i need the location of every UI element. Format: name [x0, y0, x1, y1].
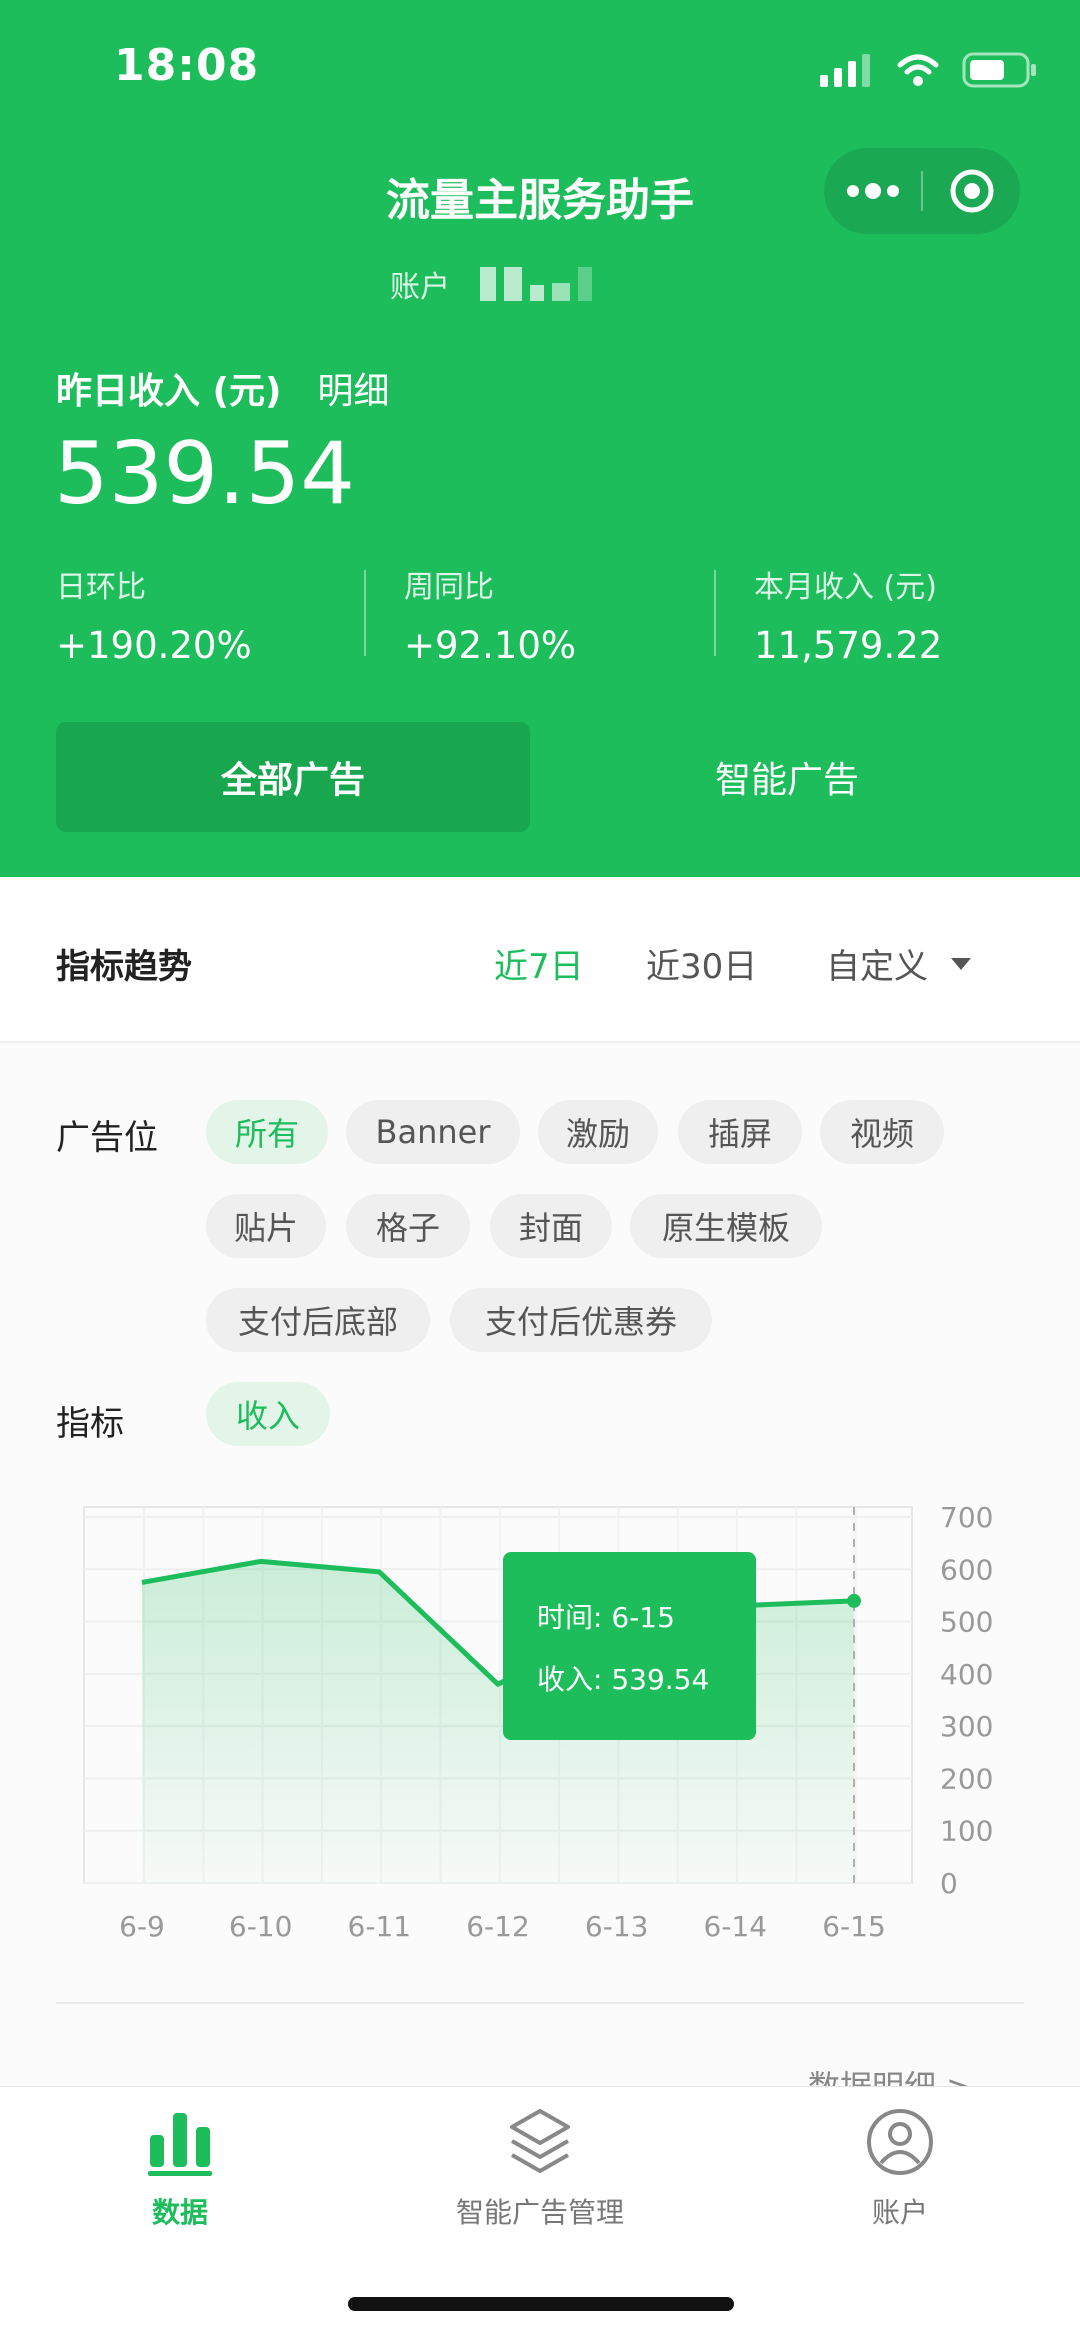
chip-slot-video[interactable]: 视频: [820, 1100, 944, 1164]
x-tick-label: 6-14: [704, 1910, 768, 1943]
y-tick-label: 100: [940, 1815, 993, 1848]
account-line: 账户: [390, 262, 592, 306]
stat-label: 周同比: [404, 562, 576, 606]
stat-label: 本月收入 (元): [754, 562, 942, 606]
trend-header: 指标趋势 近7日 近30日 自定义: [0, 877, 1080, 1043]
range-30-days[interactable]: 近30日: [646, 939, 757, 988]
nav-label: 智能广告管理: [456, 2191, 624, 2231]
stat-divider: [714, 570, 716, 656]
detail-link[interactable]: 明细: [317, 362, 389, 414]
y-tick-label: 700: [940, 1501, 993, 1534]
metric-label: 指标: [56, 1396, 124, 1445]
tab-smart-ads[interactable]: 智能广告: [550, 722, 1024, 832]
x-tick-label: 6-15: [822, 1910, 886, 1943]
bar-chart-icon: [148, 2107, 212, 2177]
stat-label: 日环比: [56, 562, 252, 606]
x-tick-label: 6-13: [585, 1910, 649, 1943]
y-axis-labels: 700 600 500 400 300 200 100 0: [940, 1501, 993, 1900]
stat-value: 11,579.22: [754, 624, 942, 667]
stat-value: +92.10%: [404, 624, 576, 667]
status-time: 18:08: [114, 40, 259, 91]
tab-all-ads[interactable]: 全部广告: [56, 722, 530, 832]
hover-point: [847, 1594, 861, 1608]
y-tick-label: 600: [940, 1553, 993, 1586]
wifi-icon: [896, 53, 940, 87]
chip-slot-banner[interactable]: Banner: [346, 1100, 520, 1164]
x-tick-label: 6-10: [229, 1910, 293, 1943]
x-tick-label: 6-9: [119, 1910, 165, 1943]
y-tick-label: 200: [940, 1762, 993, 1795]
range-custom-label: 自定义: [826, 939, 928, 988]
home-indicator: [348, 2297, 734, 2311]
range-7-days[interactable]: 近7日: [494, 939, 584, 988]
caret-down-icon: [950, 957, 972, 971]
mini-program-capsule: [824, 148, 1020, 234]
chip-slot-after-pay-coupon[interactable]: 支付后优惠券: [450, 1288, 712, 1352]
y-tick-label: 500: [940, 1606, 993, 1639]
more-button[interactable]: [824, 148, 921, 234]
section-divider: [56, 2002, 1024, 2004]
income-label: 昨日收入 (元): [56, 362, 281, 414]
stat-day-over-day: 日环比 +190.20%: [56, 562, 252, 667]
y-tick-label: 400: [940, 1658, 993, 1691]
close-mini-program-button[interactable]: [923, 148, 1020, 234]
nav-label: 账户: [872, 2191, 928, 2231]
chip-slot-all[interactable]: 所有: [206, 1100, 328, 1164]
y-tick-label: 0: [940, 1867, 958, 1900]
chip-slot-after-pay-bottom[interactable]: 支付后底部: [206, 1288, 430, 1352]
nav-account[interactable]: 账户: [750, 2107, 1050, 2231]
x-axis-labels: 6-9 6-10 6-11 6-12 6-13 6-14 6-15: [119, 1910, 886, 1943]
ad-slot-label: 广告位: [56, 1110, 158, 1159]
target-circle-icon: [948, 167, 996, 215]
income-stats: 日环比 +190.20% 周同比 +92.10% 本月收入 (元) 11,579…: [0, 562, 1080, 662]
chip-slot-interstitial[interactable]: 插屏: [678, 1100, 802, 1164]
income-label-row: 昨日收入 (元) 明细: [56, 362, 389, 414]
chip-slot-cover[interactable]: 封面: [490, 1194, 612, 1258]
stat-divider: [364, 570, 366, 656]
more-dots-icon: [845, 181, 901, 201]
chip-metric-income[interactable]: 收入: [206, 1382, 330, 1446]
range-custom[interactable]: 自定义: [826, 939, 972, 988]
x-tick-label: 6-11: [348, 1910, 412, 1943]
account-label: 账户: [390, 262, 450, 306]
y-tick-label: 300: [940, 1710, 993, 1743]
account-id-redacted: [480, 267, 592, 301]
x-tick-label: 6-12: [466, 1910, 530, 1943]
tooltip-time: 时间: 6-15: [537, 1596, 675, 1636]
stat-week-over-week: 周同比 +92.10%: [404, 562, 576, 667]
nav-data[interactable]: 数据: [30, 2107, 330, 2231]
status-icons: [818, 52, 1038, 88]
signal-icon: [818, 53, 874, 87]
ad-type-tabs: 全部广告 智能广告: [56, 722, 1024, 832]
chip-slot-reward[interactable]: 激励: [538, 1100, 658, 1164]
income-value: 539.54: [54, 424, 355, 524]
layers-icon: [508, 2107, 572, 2177]
nav-smart-ads[interactable]: 智能广告管理: [390, 2107, 690, 2231]
chip-slot-native-template[interactable]: 原生模板: [630, 1194, 822, 1258]
trend-title: 指标趋势: [56, 939, 192, 988]
stat-value: +190.20%: [56, 624, 252, 667]
tooltip-value: 收入: 539.54: [537, 1658, 709, 1698]
chip-slot-pre-roll[interactable]: 贴片: [206, 1194, 326, 1258]
battery-icon: [962, 52, 1038, 88]
user-circle-icon: [865, 2107, 935, 2177]
stat-month-income: 本月收入 (元) 11,579.22: [754, 562, 942, 667]
chip-slot-grid[interactable]: 格子: [346, 1194, 470, 1258]
chart-tooltip: 时间: 6-15 收入: 539.54: [503, 1552, 756, 1740]
nav-label: 数据: [152, 2191, 208, 2231]
